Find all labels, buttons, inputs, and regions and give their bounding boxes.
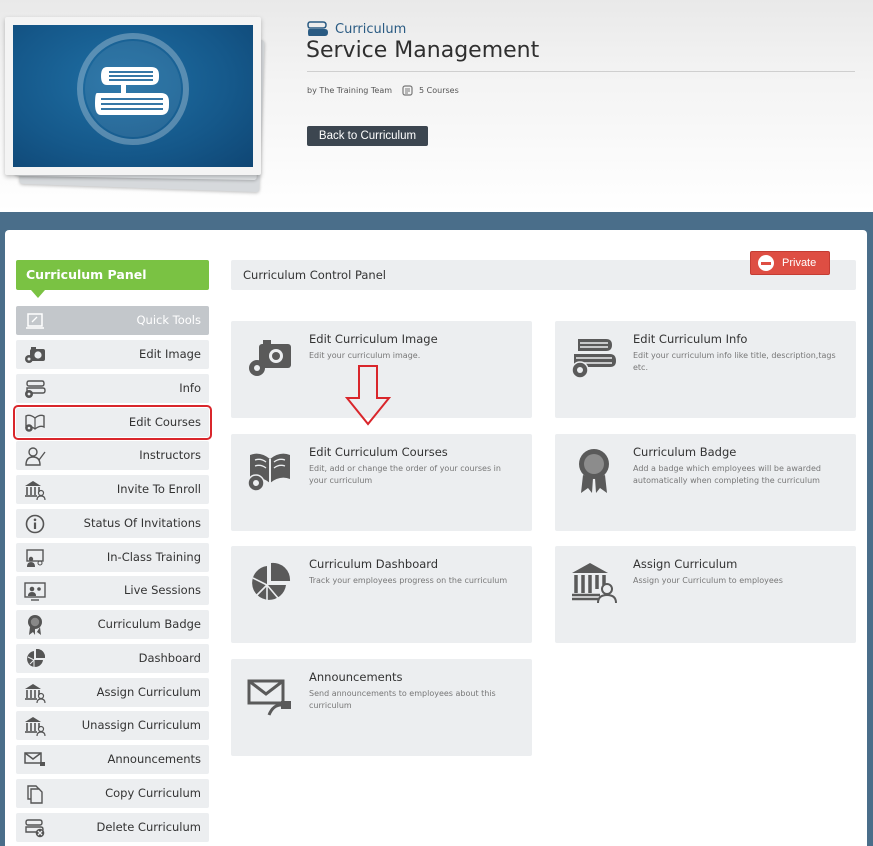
institution-user-icon (24, 682, 46, 704)
book-gear-icon (24, 412, 46, 434)
back-to-curriculum-button[interactable]: Back to Curriculum (307, 126, 428, 146)
books-icon (95, 67, 169, 115)
book-gear-icon (245, 448, 295, 494)
course-count: 5 Courses (419, 85, 459, 95)
info-circle-icon (24, 513, 46, 535)
envelope-arrow-icon (24, 749, 46, 771)
books-icon (307, 21, 328, 36)
sidebar-item-instructors[interactable]: Instructors (16, 441, 209, 470)
books-gear-icon (24, 378, 46, 400)
institution-user-icon (569, 560, 619, 606)
sidebar-item-invite-to-enroll[interactable]: Invite To Enroll (16, 475, 209, 504)
sidebar-item-live-sessions[interactable]: Live Sessions (16, 576, 209, 605)
camera-gear-icon (245, 335, 295, 381)
sidebar-item-curriculum-badge[interactable]: Curriculum Badge (16, 610, 209, 639)
sidebar-item-unassign-curriculum[interactable]: Unassign Curriculum (16, 711, 209, 740)
classroom-icon (24, 547, 46, 569)
curriculum-category: Curriculum (307, 20, 406, 38)
curriculum-header: Curriculum Service Management by The Tra… (0, 0, 873, 212)
institution-user-icon (24, 479, 46, 501)
quick-tools-icon (24, 310, 46, 332)
sidebar-item-info[interactable]: Info (16, 374, 209, 403)
sidebar-item-dashboard[interactable]: Dashboard (16, 644, 209, 673)
pie-chart-icon (245, 560, 295, 606)
private-label: Private (782, 257, 817, 269)
sidebar-item-delete-curriculum[interactable]: Delete Curriculum (16, 813, 209, 842)
books-delete-icon (24, 817, 46, 839)
author-label: by The Training Team (307, 85, 393, 95)
sidebar-item-announcements[interactable]: Announcements (16, 745, 209, 774)
institution-user-icon (24, 715, 46, 737)
card-curriculum-badge[interactable]: Curriculum Badge Add a badge which emplo… (555, 434, 856, 531)
category-label: Curriculum (335, 21, 407, 37)
instructor-icon (24, 445, 46, 467)
curriculum-meta: by The Training Team 5 Courses (307, 84, 459, 96)
curriculum-panel-title: Curriculum Panel (16, 260, 209, 298)
copy-icon (24, 783, 46, 805)
envelope-arrow-icon (245, 673, 295, 719)
sidebar-item-in-class-training[interactable]: In-Class Training (16, 543, 209, 572)
card-announcements[interactable]: Announcements Send announcements to empl… (231, 659, 532, 756)
books-gear-icon (569, 335, 619, 381)
card-edit-curriculum-info[interactable]: Edit Curriculum Info Edit your curriculu… (555, 321, 856, 418)
page-title: Service Management (306, 38, 540, 63)
sidebar-item-quick-tools[interactable]: Quick Tools (16, 306, 209, 335)
badge-icon (569, 448, 619, 494)
card-edit-curriculum-courses[interactable]: Edit Curriculum Courses Edit, add or cha… (231, 434, 532, 531)
private-toggle-button[interactable]: Private (750, 251, 830, 275)
sidebar-item-copy-curriculum[interactable]: Copy Curriculum (16, 779, 209, 808)
camera-gear-icon (24, 344, 46, 366)
live-session-icon (24, 580, 46, 602)
sidebar-item-status-of-invitations[interactable]: Status Of Invitations (16, 509, 209, 538)
courses-icon (402, 84, 413, 96)
card-curriculum-dashboard[interactable]: Curriculum Dashboard Track your employee… (231, 546, 532, 643)
pie-chart-icon (24, 648, 46, 670)
minus-circle-icon (758, 255, 774, 271)
badge-icon (24, 614, 46, 636)
sidebar-item-edit-courses[interactable]: Edit Courses (13, 405, 212, 440)
sidebar-item-assign-curriculum[interactable]: Assign Curriculum (16, 678, 209, 707)
down-arrow-annotation-icon (345, 365, 391, 426)
title-divider (307, 71, 855, 72)
curriculum-cover-image (13, 25, 253, 167)
sidebar-item-edit-image[interactable]: Edit Image (16, 340, 209, 369)
card-assign-curriculum[interactable]: Assign Curriculum Assign your Curriculum… (555, 546, 856, 643)
